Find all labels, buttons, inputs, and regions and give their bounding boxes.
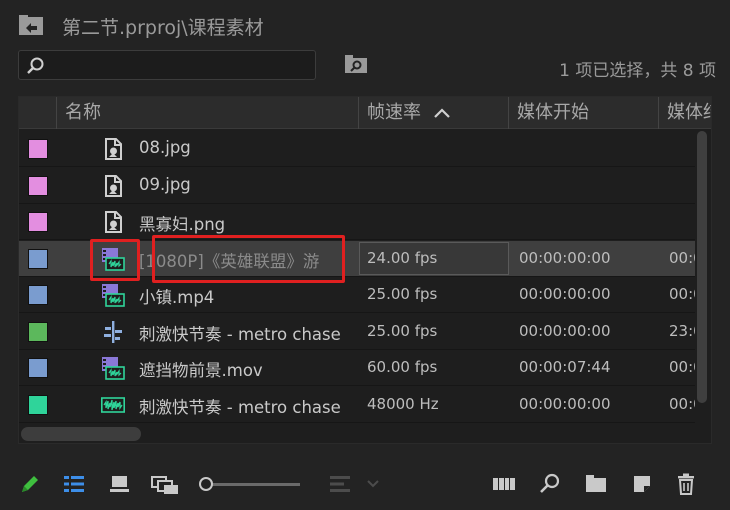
item-name[interactable]: 刺激快节奏 - metro chase (139, 394, 347, 418)
video-clip-icon (101, 356, 125, 380)
automate-to-sequence-icon[interactable] (492, 472, 516, 496)
label-color-swatch[interactable] (28, 358, 48, 378)
audio-clip-icon (101, 393, 125, 417)
item-framerate: 24.00 fps (367, 248, 438, 267)
label-color-swatch[interactable] (28, 394, 48, 415)
name-column-header[interactable]: 名称 (57, 97, 359, 129)
item-framerate: 60.00 fps (367, 358, 438, 376)
search-input[interactable] (18, 50, 316, 80)
item-media-start: 00:00:00:00 (519, 248, 611, 267)
trash-icon[interactable] (674, 472, 698, 496)
project-title: 第二节.prproj\课程素材 (62, 17, 264, 39)
label-color-swatch[interactable] (28, 321, 48, 342)
table-row[interactable]: 遮挡物前景.mov 60.00 fps 00:00:07:44 00:0 (19, 350, 695, 386)
name-column-label: 名称 (65, 102, 101, 123)
item-name[interactable]: 09.jpg (139, 175, 347, 194)
label-color-swatch[interactable] (28, 285, 48, 305)
item-media-start: 00:00:07:44 (519, 358, 611, 376)
image-file-icon (101, 210, 125, 234)
label-column-header[interactable] (19, 97, 57, 129)
media-start-column-header[interactable]: 媒体开始 (509, 97, 659, 129)
item-name[interactable]: 刺激快节奏 - metro chase (139, 321, 347, 345)
list-view-icon[interactable] (62, 472, 86, 496)
video-clip-icon (101, 283, 125, 307)
item-name[interactable]: 小镇.mp4 (139, 284, 347, 308)
table-row[interactable]: 刺激快节奏 - metro chase 25.00 fps 00:00:00:00 2… (19, 314, 695, 350)
pencil-icon[interactable] (18, 472, 42, 496)
framerate-column-label: 帧速率 (367, 102, 421, 123)
label-color-swatch[interactable] (28, 139, 48, 159)
item-name[interactable]: 遮挡物前景.mov (139, 357, 347, 381)
bottom-toolbar (0, 462, 730, 506)
find-icon[interactable] (538, 472, 562, 496)
item-framerate: 48000 Hz (367, 394, 439, 413)
project-titlebar: 第二节.prproj\课程素材 (0, 0, 730, 48)
label-color-swatch[interactable] (28, 175, 48, 196)
framerate-column-header[interactable]: 帧速率 (359, 97, 509, 129)
item-media-end: 00:0 (669, 394, 695, 413)
item-media-start: 00:00:00:00 (519, 394, 611, 413)
item-media-start: 00:00:00:00 (519, 285, 611, 303)
table-row[interactable]: 08.jpg (19, 131, 695, 167)
icon-view-icon[interactable] (108, 472, 132, 496)
horizontal-scrollbar[interactable] (21, 427, 141, 441)
item-media-end: 23:0 (669, 321, 695, 340)
vertical-scroll-thumb[interactable] (697, 131, 707, 403)
video-clip-icon (101, 247, 125, 271)
sort-ascending-icon (433, 108, 450, 118)
table-row[interactable]: 刺激快节奏 - metro chase 48000 Hz 00:00:00:00 00… (19, 387, 695, 423)
image-file-icon (101, 174, 125, 198)
item-name[interactable]: 08.jpg (139, 138, 347, 157)
project-list-panel: 名称 帧速率 媒体开始 媒体结 08.jpg 09.jpg 黑寡妇.png [1080… (18, 96, 712, 444)
item-media-end: 00:0 (669, 358, 695, 376)
new-bin-icon[interactable] (584, 472, 608, 496)
label-color-swatch[interactable] (28, 248, 48, 269)
freeform-view-icon[interactable] (150, 472, 180, 496)
selection-count: 1 项已选择，共 8 项 (559, 61, 716, 81)
table-row[interactable]: 黑寡妇.png (19, 204, 695, 240)
item-media-end: 00:0 (669, 285, 695, 303)
item-media-start: 00:00:00:00 (519, 321, 611, 340)
column-header-row: 名称 帧速率 媒体开始 媒体结 (19, 97, 711, 129)
new-item-icon[interactable] (630, 472, 654, 496)
media-start-column-label: 媒体开始 (517, 102, 589, 123)
item-media-end: 00:0 (669, 248, 695, 267)
table-row[interactable]: 09.jpg (19, 168, 695, 204)
table-row[interactable]: 小镇.mp4 25.00 fps 00:00:00:00 00:0 (19, 277, 695, 313)
image-file-icon (101, 137, 125, 161)
item-name[interactable]: 黑寡妇.png (139, 211, 347, 235)
table-row[interactable]: [1080P]《英雄联盟》游 24.00 fps 00:00:00:00 00:0 (19, 240, 695, 277)
item-framerate: 25.00 fps (367, 285, 438, 303)
multicam-sequence-icon (101, 320, 125, 344)
sort-icons-icon[interactable] (328, 472, 380, 496)
navigate-up-icon[interactable] (18, 14, 44, 36)
item-framerate: 25.00 fps (367, 321, 438, 340)
item-name[interactable]: [1080P]《英雄联盟》游 (139, 248, 347, 272)
vertical-scrollbar[interactable] (697, 131, 707, 403)
label-color-swatch[interactable] (28, 212, 48, 232)
media-end-column-label: 媒体结 (667, 102, 711, 123)
media-end-column-header[interactable]: 媒体结 (659, 97, 711, 129)
search-bin-icon[interactable] (344, 54, 368, 74)
zoom-slider-handle[interactable] (199, 477, 213, 491)
search-icon (27, 57, 44, 74)
zoom-slider[interactable] (204, 483, 300, 486)
search-row: 1 项已选择，共 8 项 (0, 48, 730, 84)
